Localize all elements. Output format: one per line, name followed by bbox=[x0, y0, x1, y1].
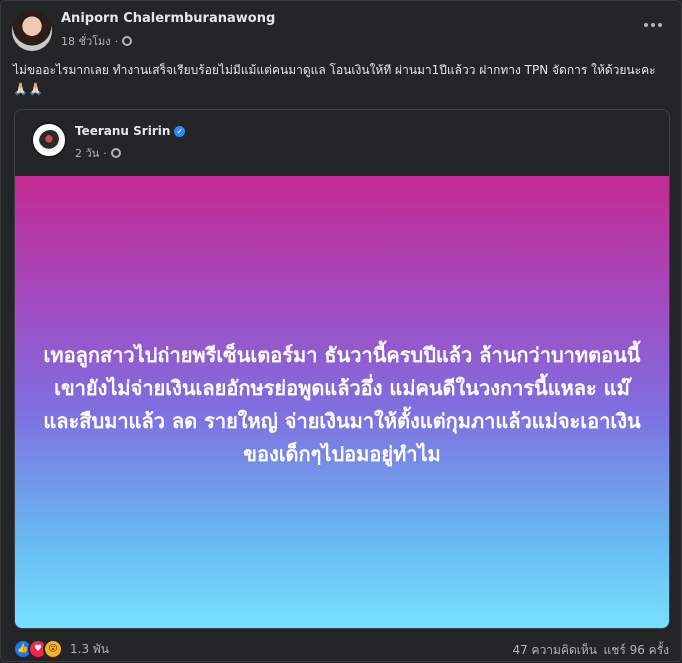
author-name[interactable]: Aniporn Chalermburanawong bbox=[61, 11, 275, 26]
banner-text: เทอลูกสาวไปถ่ายพรีเซ็นเตอร์มา ธันวานี้คร… bbox=[43, 343, 641, 466]
post-caption: ไม่ขออะไรมากเลย ทำงานเสร็จเรียบร้อยไม่มี… bbox=[13, 61, 673, 99]
meta-separator: · bbox=[114, 34, 119, 48]
shared-author-avatar[interactable] bbox=[31, 122, 67, 158]
post-time[interactable]: 18 ชั่วโมง bbox=[61, 32, 111, 50]
globe-icon bbox=[110, 148, 121, 158]
more-options-icon[interactable] bbox=[639, 15, 667, 35]
reactions[interactable]: 👍 ♥ 😮 1.3 พัน bbox=[13, 639, 109, 659]
post-footer: 👍 ♥ 😮 1.3 พัน 47 ความคิดเห็น แชร์ 96 ครั… bbox=[1, 635, 682, 663]
meta-separator: · bbox=[103, 146, 107, 160]
reaction-count[interactable]: 1.3 พัน bbox=[70, 640, 109, 659]
text-background-banner: เทอลูกสาวไปถ่ายพรีเซ็นเตอร์มา ธันวานี้คร… bbox=[15, 176, 669, 628]
shared-author-name[interactable]: Teeranu Sririn bbox=[75, 124, 170, 138]
wow-icon: 😮 bbox=[43, 639, 63, 659]
author-avatar[interactable] bbox=[12, 11, 52, 51]
post-meta: 18 ชั่วโมง · bbox=[61, 32, 133, 50]
praying-hands-icon: 🙏🏻🙏🏻 bbox=[13, 82, 43, 96]
shared-post-meta: 2 วัน · bbox=[75, 144, 121, 162]
comment-count[interactable]: 47 ความคิดเห็น bbox=[512, 641, 597, 660]
verified-badge-icon: ✓ bbox=[174, 125, 186, 137]
facebook-post: Aniporn Chalermburanawong 18 ชั่วโมง · ไ… bbox=[0, 0, 682, 662]
shared-post-time[interactable]: 2 วัน bbox=[75, 144, 99, 162]
shared-post[interactable]: Teeranu Sririn ✓ 2 วัน · เทอลูกสาวไปถ่าย… bbox=[14, 109, 670, 629]
globe-icon bbox=[122, 36, 133, 46]
caption-text: ไม่ขออะไรมากเลย ทำงานเสร็จเรียบร้อยไม่มี… bbox=[13, 63, 656, 77]
share-count[interactable]: แชร์ 96 ครั้ง bbox=[603, 641, 669, 660]
shared-author: Teeranu Sririn ✓ bbox=[75, 124, 186, 138]
